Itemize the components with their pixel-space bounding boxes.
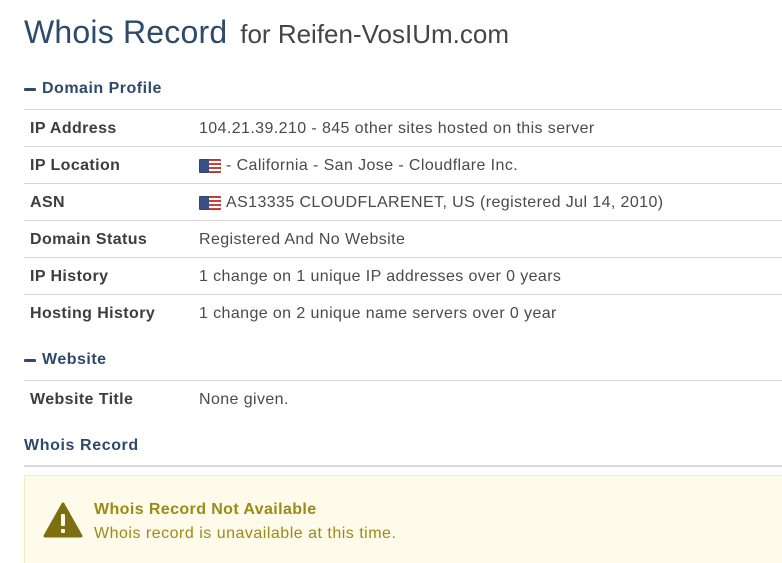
profile-row-ip-address: IP Address 104.21.39.210 - 845 other sit…: [24, 110, 782, 147]
website-row-title: Website Title None given.: [24, 381, 782, 418]
profile-row-asn: ASN AS13335 CLOUDFLARENET, US (registere…: [24, 184, 782, 221]
domain-profile-heading-label: Domain Profile: [42, 80, 162, 97]
us-flag-icon: [199, 158, 221, 173]
hosting-history-value[interactable]: 1 change on 2 unique name servers over 0…: [199, 305, 557, 323]
whois-page: Whois Record for Reifen-VosIUm.com Domai…: [0, 0, 782, 563]
alert-message: Whois record is unavailable at this time…: [94, 525, 397, 542]
row-label: ASN: [30, 193, 65, 211]
us-flag-icon: [199, 195, 221, 210]
ip-location-value: - California - San Jose - Cloudflare Inc…: [199, 157, 518, 175]
row-label: IP History: [30, 267, 109, 285]
profile-row-ip-location: IP Location - California - San Jose - Cl…: [24, 147, 782, 184]
row-label: IP Address: [30, 119, 117, 137]
row-label: Hosting History: [30, 304, 156, 322]
row-value[interactable]: 1 change on 1 unique IP addresses over 0…: [199, 268, 561, 286]
divider: [24, 465, 782, 467]
row-value: - California - San Jose - Cloudflare Inc…: [226, 156, 519, 174]
domain-status-value: Registered And No Website: [199, 231, 405, 249]
row-value: AS13335 CLOUDFLARENET, US (registered Ju…: [226, 193, 664, 211]
row-value[interactable]: 1 change on 2 unique name servers over 0…: [199, 305, 557, 323]
profile-row-domain-status: Domain Status Registered And No Website: [24, 221, 782, 258]
row-value: Registered And No Website: [199, 230, 406, 248]
page-title-domain: for Reifen-VosIUm.com: [240, 19, 509, 49]
website-heading[interactable]: Website: [24, 350, 107, 370]
whois-unavailable-alert: Whois Record Not Available Whois record …: [24, 475, 782, 563]
ip-history-value[interactable]: 1 change on 1 unique IP addresses over 0…: [199, 268, 561, 286]
whois-record-heading-label: Whois Record: [24, 437, 139, 454]
collapse-icon: [24, 358, 36, 362]
domain-profile-heading[interactable]: Domain Profile: [24, 79, 162, 99]
row-value[interactable]: 104.21.39.210 - 845 other sites hosted o…: [199, 120, 595, 138]
collapse-icon: [24, 87, 36, 91]
website-title-value: None given.: [199, 391, 289, 409]
row-value: None given.: [199, 390, 289, 408]
page-title: Whois Record for Reifen-VosIUm.com: [24, 14, 509, 51]
website-heading-label: Website: [42, 351, 107, 368]
row-label: Domain Status: [30, 230, 148, 248]
profile-row-ip-history: IP History 1 change on 1 unique IP addre…: [24, 258, 782, 295]
warning-icon: [43, 502, 83, 538]
ip-address-value[interactable]: 104.21.39.210 - 845 other sites hosted o…: [199, 120, 595, 138]
row-label: Website Title: [30, 390, 134, 408]
page-title-main: Whois Record: [24, 14, 228, 50]
whois-record-heading: Whois Record: [24, 436, 139, 456]
row-label: IP Location: [30, 156, 121, 174]
profile-row-hosting-history: Hosting History 1 change on 2 unique nam…: [24, 295, 782, 332]
alert-title: Whois Record Not Available: [94, 501, 317, 518]
asn-value: AS13335 CLOUDFLARENET, US (registered Ju…: [199, 194, 663, 212]
